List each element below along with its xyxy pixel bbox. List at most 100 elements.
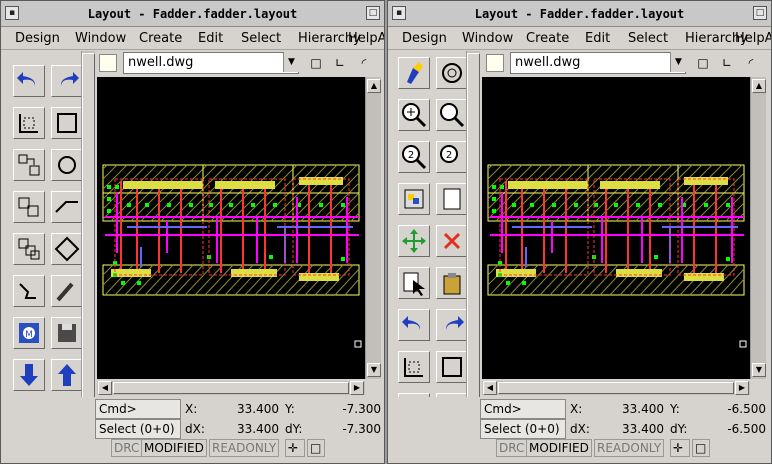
maximize-icon[interactable]: □	[366, 6, 380, 20]
chevron-down-icon[interactable]: ▼	[670, 52, 686, 72]
layer-color-swatch[interactable]	[486, 54, 504, 72]
move-hierarchy-icon[interactable]	[13, 149, 45, 181]
canvas-hscroll[interactable]: ◀ ▶	[97, 381, 365, 395]
select-area-icon[interactable]	[398, 351, 430, 383]
hscroll-thumb[interactable]	[113, 382, 349, 394]
square-icon[interactable]: □	[309, 56, 323, 70]
copy-icon[interactable]	[13, 191, 45, 223]
readonly-flag: READONLY	[594, 439, 665, 457]
cmd-label: Cmd>	[99, 402, 137, 416]
chevron-down-icon[interactable]: ▼	[283, 52, 299, 72]
paste-icon[interactable]	[436, 267, 468, 299]
zoom-fit-icon[interactable]	[436, 57, 468, 89]
cmd-label: Cmd>	[484, 402, 522, 416]
select-area-icon[interactable]	[13, 107, 45, 139]
layer-combo[interactable]: nwell.dwg	[123, 52, 299, 74]
dx-label: dX:	[185, 422, 205, 436]
menu-help[interactable]: HelpA	[735, 31, 771, 46]
palette-scrollbar[interactable]	[466, 51, 480, 437]
menu-select[interactable]: Select	[628, 31, 668, 46]
canvas-vscroll[interactable]: ▲ ▼	[365, 77, 381, 379]
menu-window[interactable]: Window	[462, 31, 513, 46]
menu-create[interactable]: Create	[526, 31, 569, 46]
layers-icon[interactable]	[398, 183, 430, 215]
document-icon[interactable]	[436, 183, 468, 215]
maximize-icon[interactable]: □	[753, 6, 767, 20]
undo-icon[interactable]	[13, 65, 45, 97]
menu-help[interactable]: HelpA	[348, 31, 384, 46]
duplicate-icon[interactable]	[13, 233, 45, 265]
dx-label: dX:	[570, 422, 590, 436]
layer-combo[interactable]: nwell.dwg	[510, 52, 686, 74]
save-icon[interactable]	[51, 317, 83, 349]
layer-name: nwell.dwg	[515, 55, 581, 70]
menu-window[interactable]: Window	[75, 31, 126, 46]
pan-icon[interactable]	[398, 225, 430, 257]
hscroll-thumb[interactable]	[498, 382, 734, 394]
arrow-down-icon[interactable]	[13, 359, 45, 391]
menu-design[interactable]: Design	[15, 31, 60, 46]
zoom-two-icon[interactable]: 2	[398, 141, 430, 173]
layer-selector-row: nwell.dwg ▼ □ ∟ ◜	[95, 51, 384, 75]
menu-edit[interactable]: Edit	[585, 31, 610, 46]
dy-label: dY:	[285, 422, 303, 436]
layer-color-swatch[interactable]	[99, 54, 117, 72]
macro-icon[interactable]: M	[13, 317, 45, 349]
arc-icon[interactable]: ◜	[744, 56, 758, 70]
arrow-up-icon[interactable]	[51, 359, 83, 391]
crosshair-icon[interactable]: ✛	[670, 439, 690, 457]
scroll-left-icon[interactable]: ◀	[483, 381, 497, 395]
canvas-hscroll[interactable]: ◀ ▶	[482, 381, 750, 395]
scroll-left-icon[interactable]: ◀	[98, 381, 112, 395]
crosshair-icon[interactable]: ✛	[285, 439, 305, 457]
box-toggle-icon[interactable]: □	[307, 439, 325, 457]
scroll-down-icon[interactable]: ▼	[367, 363, 381, 377]
palette-scroll-thumb[interactable]	[82, 53, 95, 423]
menu-edit[interactable]: Edit	[198, 31, 223, 46]
title-bar[interactable]: ▪ Layout - Fadder.fadder.layout □	[388, 1, 771, 27]
scroll-down-icon[interactable]: ▼	[752, 363, 766, 377]
layout-canvas[interactable]	[482, 77, 750, 379]
palette-scrollbar[interactable]	[81, 51, 95, 437]
layout-window-right: ▪ Layout - Fadder.fadder.layout □ Design…	[387, 0, 772, 464]
box-icon[interactable]	[436, 351, 468, 383]
undo-icon[interactable]	[398, 309, 430, 341]
cmd-field[interactable]: Cmd>	[480, 399, 566, 419]
stretch-icon[interactable]	[51, 191, 83, 223]
palette-scroll-thumb[interactable]	[467, 53, 480, 423]
redo-icon[interactable]	[51, 65, 83, 97]
scroll-up-icon[interactable]: ▲	[752, 79, 766, 93]
menu-design[interactable]: Design	[402, 31, 447, 46]
scroll-up-icon[interactable]: ▲	[367, 79, 381, 93]
select-cursor-icon[interactable]	[398, 267, 430, 299]
scroll-right-icon[interactable]: ▶	[735, 381, 749, 395]
cut-icon[interactable]	[436, 225, 468, 257]
layer-selector-row: nwell.dwg ▼ □ ∟ ◜	[480, 51, 771, 75]
redo-icon[interactable]	[436, 309, 468, 341]
menu-create[interactable]: Create	[139, 31, 182, 46]
menu-select[interactable]: Select	[241, 31, 281, 46]
brush-icon[interactable]	[51, 275, 83, 307]
y-label: Y:	[285, 402, 295, 416]
zoom-in-icon[interactable]	[398, 99, 430, 131]
title-bar[interactable]: ▪ Layout - Fadder.fadder.layout □	[1, 1, 384, 27]
canvas-vscroll[interactable]: ▲ ▼	[750, 77, 766, 379]
zoom-two-alt-icon[interactable]: 2	[436, 141, 468, 173]
layout-canvas[interactable]	[97, 77, 365, 379]
rotate-icon[interactable]	[51, 149, 83, 181]
scroll-right-icon[interactable]: ▶	[350, 381, 364, 395]
highlight-icon[interactable]	[398, 57, 430, 89]
paint-icon[interactable]	[13, 275, 45, 307]
corner-icon[interactable]: ∟	[720, 56, 734, 70]
x-label: X:	[185, 402, 198, 416]
flip-icon[interactable]	[51, 233, 83, 265]
corner-icon[interactable]: ∟	[333, 56, 347, 70]
box-icon[interactable]	[51, 107, 83, 139]
select-label: Select (0+0)	[99, 422, 175, 436]
square-icon[interactable]: □	[696, 56, 710, 70]
cmd-field[interactable]: Cmd>	[95, 399, 181, 419]
zoom-out-icon[interactable]	[436, 99, 468, 131]
box-toggle-icon[interactable]: □	[692, 439, 710, 457]
layout-cell	[487, 164, 745, 296]
arc-icon[interactable]: ◜	[357, 56, 371, 70]
